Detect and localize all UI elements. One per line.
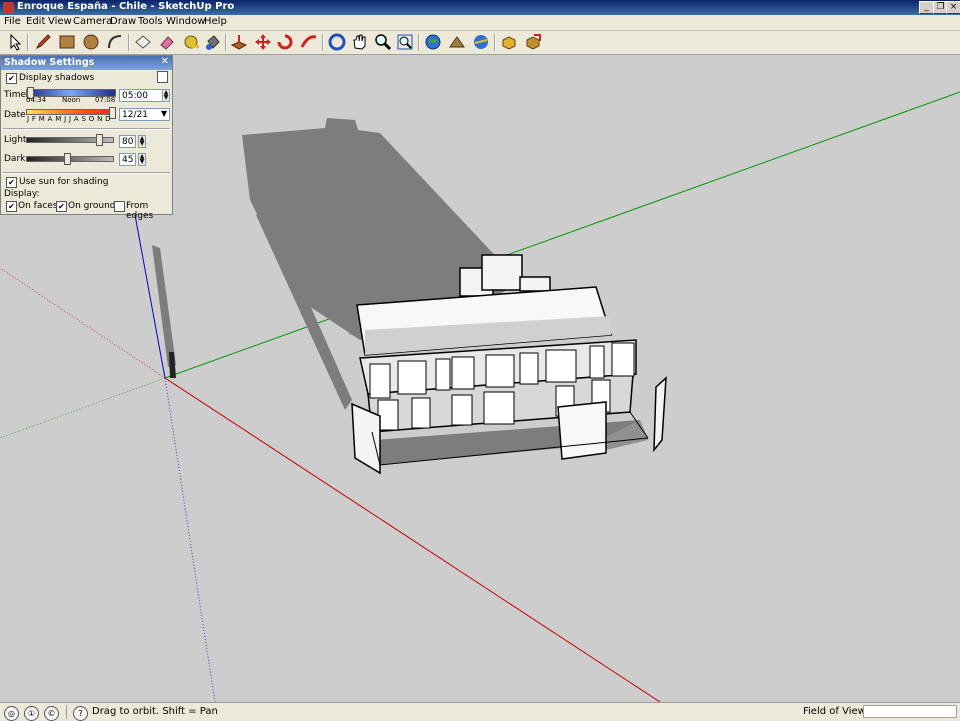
- rectangle-icon[interactable]: [58, 33, 76, 51]
- copyright-icon[interactable]: ©: [44, 706, 59, 721]
- toolbar-separator: [225, 34, 227, 51]
- credits-icon[interactable]: ①: [24, 706, 39, 721]
- measurement-label: Field of View: [803, 706, 866, 717]
- menu-view[interactable]: View: [48, 16, 72, 27]
- status-bar: ◎ ① © ? Drag to orbit. Shift = Pan Field…: [0, 702, 960, 721]
- light-spinner[interactable]: ▲ ▼: [138, 135, 146, 148]
- figure-shadow: [152, 245, 176, 367]
- month-labels: J F M A M J J A S O N D: [27, 115, 111, 123]
- move-icon[interactable]: [254, 33, 272, 51]
- tape-measure-icon[interactable]: [182, 33, 200, 51]
- display-shadows-checkbox[interactable]: ✔: [6, 73, 17, 84]
- from-edges-label: From edges: [126, 201, 154, 221]
- chevron-down-icon[interactable]: ▼: [161, 109, 167, 118]
- status-separator: [66, 705, 67, 719]
- toolbar-separator: [494, 34, 496, 51]
- panel-divider: [3, 128, 170, 130]
- get-components-icon[interactable]: [500, 33, 518, 51]
- toolbar-separator: [128, 34, 130, 51]
- sunset-time: 07:08: [95, 96, 116, 104]
- panel-divider: [3, 172, 170, 174]
- time-spinner[interactable]: ▲ ▼: [162, 89, 170, 102]
- from-edges-checkbox[interactable]: [114, 201, 125, 212]
- zoom-icon[interactable]: [374, 33, 392, 51]
- noon-label: Noon: [62, 96, 81, 104]
- light-field[interactable]: 80: [119, 135, 136, 148]
- make-component-icon[interactable]: [134, 33, 152, 51]
- menu-file[interactable]: File: [4, 16, 21, 27]
- menu-tools[interactable]: Tools: [138, 16, 163, 27]
- light-label: Light: [4, 135, 27, 145]
- blue-axis-negative: [164, 377, 216, 702]
- time-label: Time: [4, 90, 27, 100]
- menu-help[interactable]: Help: [204, 16, 227, 27]
- window-title: Enroque España - Chile - SketchUp Pro: [17, 1, 235, 12]
- use-sun-label: Use sun for shading: [19, 177, 109, 187]
- wall-left: [351, 402, 381, 475]
- shadow-settings-title: Shadow Settings: [4, 57, 95, 68]
- arc-icon[interactable]: [106, 33, 124, 51]
- measurements-box[interactable]: [863, 705, 957, 718]
- date-label: Date: [4, 110, 26, 120]
- on-faces-checkbox[interactable]: ✔: [6, 201, 17, 212]
- eraser-icon[interactable]: [158, 33, 176, 51]
- select-icon[interactable]: [6, 33, 24, 51]
- dark-field[interactable]: 45: [119, 153, 136, 166]
- green-axis-negative: [0, 377, 166, 439]
- dark-slider-thumb[interactable]: [64, 153, 71, 165]
- add-location-icon[interactable]: [424, 33, 442, 51]
- red-axis-negative: [0, 267, 166, 379]
- pan-icon[interactable]: [350, 33, 368, 51]
- dark-label: Dark: [4, 154, 26, 164]
- shadow-settings-dialog: Shadow Settings ✕ ✔ Display shadows Time…: [0, 55, 173, 221]
- toolbar-separator: [322, 34, 324, 51]
- main-toolbar: [0, 31, 960, 55]
- paint-bucket-icon[interactable]: [204, 33, 222, 51]
- tower-right: [519, 276, 551, 292]
- toggle-terrain-icon[interactable]: [448, 33, 466, 51]
- push-pull-icon[interactable]: [230, 33, 248, 51]
- time-field[interactable]: 05:00: [119, 89, 163, 102]
- geo-location-icon[interactable]: ◎: [4, 706, 19, 721]
- close-button[interactable]: ×: [946, 1, 960, 14]
- wall-front: [557, 401, 607, 460]
- help-icon[interactable]: ?: [73, 706, 88, 721]
- collapse-toggle-icon[interactable]: [157, 71, 168, 83]
- shadow-settings-titlebar[interactable]: Shadow Settings ✕: [1, 56, 172, 70]
- on-ground-checkbox[interactable]: ✔: [56, 201, 67, 212]
- pencil-icon[interactable]: [34, 33, 52, 51]
- scale-figure: [169, 352, 176, 378]
- menu-bar: File Edit View Camera Draw Tools Window …: [0, 15, 960, 31]
- sketchup-app-icon[interactable]: [3, 2, 14, 13]
- display-label: Display:: [4, 189, 40, 199]
- rotate-icon[interactable]: [276, 33, 294, 51]
- toolbar-separator: [27, 34, 29, 51]
- share-component-icon[interactable]: [524, 33, 542, 51]
- status-message: Drag to orbit. Shift = Pan: [92, 706, 218, 717]
- dark-spinner[interactable]: ▲ ▼: [138, 153, 146, 166]
- on-faces-label: On faces: [18, 201, 58, 211]
- toolbar-separator: [418, 34, 420, 51]
- use-sun-checkbox[interactable]: ✔: [6, 177, 17, 188]
- orbit-icon[interactable]: [328, 33, 346, 51]
- menu-camera[interactable]: Camera: [73, 16, 112, 27]
- menu-draw[interactable]: Draw: [110, 16, 136, 27]
- circle-icon[interactable]: [82, 33, 100, 51]
- display-shadows-label: Display shadows: [19, 73, 95, 83]
- zoom-extents-icon[interactable]: [396, 33, 414, 51]
- menu-window[interactable]: Window: [166, 16, 205, 27]
- light-slider-thumb[interactable]: [96, 134, 103, 146]
- sunrise-time: 04:34: [26, 96, 47, 104]
- on-ground-label: On ground: [68, 201, 116, 211]
- close-icon[interactable]: ✕: [161, 56, 169, 67]
- tower-center: [481, 254, 523, 291]
- menu-edit[interactable]: Edit: [26, 16, 45, 27]
- get-models-icon[interactable]: [472, 33, 490, 51]
- wall-right: [653, 376, 667, 453]
- offset-icon[interactable]: [300, 33, 318, 51]
- title-bar: Enroque España - Chile - SketchUp Pro _ …: [0, 0, 960, 15]
- minimize-button[interactable]: _: [919, 1, 934, 14]
